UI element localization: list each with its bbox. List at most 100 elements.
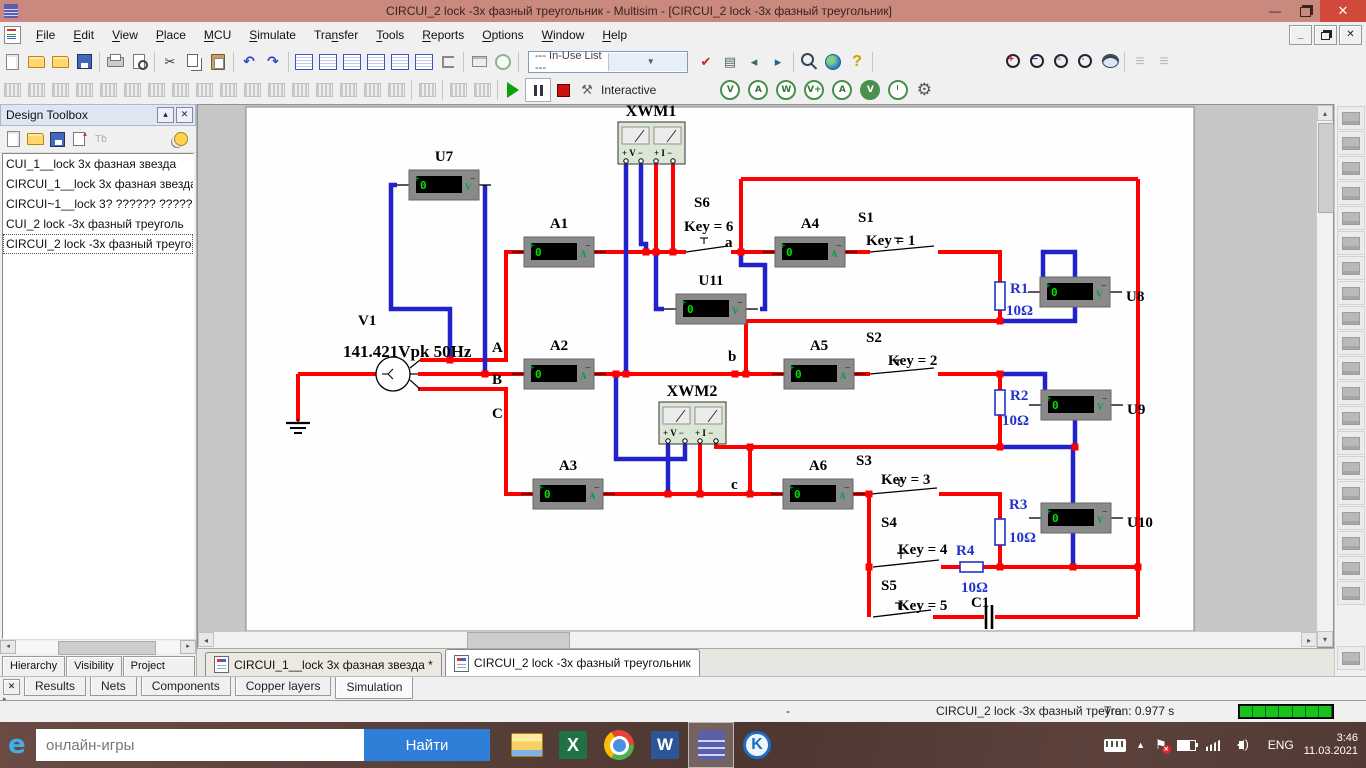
save-icon[interactable]: [46, 128, 68, 150]
action-center-flag-icon[interactable]: ⚑: [1155, 737, 1167, 753]
spreadsheet-close-icon[interactable]: ✕: [3, 679, 20, 695]
spreadsheet-tab-nets[interactable]: Nets: [90, 676, 137, 696]
spreadsheet-tab-copper-layers[interactable]: Copper layers: [235, 676, 332, 696]
zoom-out-icon[interactable]: [1025, 51, 1049, 73]
tektronix-oscilloscope-icon[interactable]: [1337, 531, 1365, 555]
spreadsheet-tab-components[interactable]: Components: [141, 676, 231, 696]
description-box-icon[interactable]: [1128, 51, 1152, 73]
scroll-down-icon[interactable]: ▾: [1317, 631, 1333, 647]
toggle-border-icon[interactable]: [364, 51, 388, 73]
scroll-thumb[interactable]: [1318, 123, 1334, 213]
find-icon[interactable]: [797, 51, 821, 73]
fullscreen-icon[interactable]: [1097, 51, 1121, 73]
toggle-grid-icon[interactable]: [316, 51, 340, 73]
cut-icon[interactable]: [158, 51, 182, 73]
zoom-in-icon[interactable]: [1001, 51, 1025, 73]
stop-icon[interactable]: [551, 79, 575, 101]
function-generator-icon[interactable]: [1337, 131, 1365, 155]
word-taskbar-icon[interactable]: [642, 722, 688, 768]
junction-icon[interactable]: [470, 79, 494, 101]
sheet-tab[interactable]: CIRCUI_2 lock -3x фазный треугольник: [445, 649, 700, 676]
diode-group-icon[interactable]: [48, 79, 72, 101]
menu-file[interactable]: File: [27, 26, 64, 44]
chrome-taskbar-icon[interactable]: [596, 722, 642, 768]
labview-instrument-icon[interactable]: [1337, 556, 1365, 580]
minimize-button[interactable]: —: [1260, 0, 1290, 22]
search-button[interactable]: Найти: [364, 729, 490, 761]
erc-check-icon[interactable]: [694, 51, 718, 73]
design-list-item[interactable]: CUI_1__lock 3x фазная звезда: [3, 154, 193, 174]
word-generator-icon[interactable]: [1337, 281, 1365, 305]
ncs-group-icon[interactable]: [360, 79, 384, 101]
in-use-list-dropdown[interactable]: --- In-Use List ---▼: [528, 51, 688, 73]
scroll-left-icon[interactable]: ◂: [198, 632, 214, 647]
wattmeter-XWM2[interactable]: + V −+ I −XWM2: [659, 383, 726, 444]
misc-group-icon[interactable]: [264, 79, 288, 101]
agilent-oscilloscope-icon[interactable]: [1337, 506, 1365, 530]
current-clamp-icon[interactable]: [1337, 581, 1365, 605]
open-icon[interactable]: [24, 128, 46, 150]
agilent-multimeter-icon[interactable]: [1337, 481, 1365, 505]
menu-simulate[interactable]: Simulate: [240, 26, 305, 44]
edit-description-icon[interactable]: [1152, 51, 1176, 73]
bus-icon[interactable]: [446, 79, 470, 101]
child-restore-button[interactable]: [1314, 25, 1337, 45]
probe-settings-gear-icon[interactable]: [912, 79, 936, 101]
canvas-hscrollbar[interactable]: ◂ ▸: [198, 631, 1317, 648]
scroll-right-icon[interactable]: ▸: [180, 640, 196, 654]
probe-v-icon[interactable]: V: [860, 80, 880, 100]
wizard-icon[interactable]: [491, 51, 515, 73]
network-signal-icon[interactable]: [1206, 739, 1222, 751]
new-icon[interactable]: [0, 51, 24, 73]
canvas-vscrollbar[interactable]: ▴ ▾: [1316, 105, 1333, 647]
paste-icon[interactable]: [206, 51, 230, 73]
edge-icon[interactable]: e: [8, 730, 26, 760]
place-component-icon[interactable]: [467, 51, 491, 73]
help-icon[interactable]: [845, 51, 869, 73]
web-icon[interactable]: [821, 51, 845, 73]
probe-v-icon[interactable]: V: [720, 80, 740, 100]
scroll-up-icon[interactable]: ▴: [1317, 105, 1333, 121]
print-icon[interactable]: [103, 51, 127, 73]
four-channel-oscilloscope-icon[interactable]: [1337, 206, 1365, 230]
toolbox-tab-visibility[interactable]: Visibility: [66, 656, 122, 676]
kompas-taskbar-icon[interactable]: [734, 722, 780, 768]
toolbox-tab-hierarchy[interactable]: Hierarchy: [2, 656, 65, 676]
oscilloscope-icon[interactable]: [1337, 181, 1365, 205]
menu-mcu[interactable]: MCU: [195, 26, 240, 44]
clock[interactable]: 3:46 11.03.2021: [1304, 732, 1358, 758]
run-icon[interactable]: [501, 79, 525, 101]
ttl-group-icon[interactable]: [120, 79, 144, 101]
network-analyzer-icon[interactable]: [1337, 431, 1365, 455]
undo-icon[interactable]: [237, 51, 261, 73]
search-input[interactable]: [36, 729, 364, 761]
spreadsheet-tab-results[interactable]: Results: [24, 676, 86, 696]
mcu-group-icon[interactable]: [384, 79, 408, 101]
doc-export-icon[interactable]: [68, 128, 90, 150]
wattmeter-XWM1[interactable]: + V −+ I −XWM1: [618, 105, 685, 164]
menu-view[interactable]: View: [103, 26, 147, 44]
forward-annotate-icon[interactable]: [766, 51, 790, 73]
scroll-left-icon[interactable]: ◂: [0, 640, 16, 654]
open-icon[interactable]: [24, 51, 48, 73]
cmos-group-icon[interactable]: [144, 79, 168, 101]
basic-group-icon[interactable]: [24, 79, 48, 101]
mixed-group-icon[interactable]: [192, 79, 216, 101]
indicator-group-icon[interactable]: [216, 79, 240, 101]
electromech-group-icon[interactable]: [336, 79, 360, 101]
excel-taskbar-icon[interactable]: [550, 722, 596, 768]
design-list-item[interactable]: CIRCUI~1__lock 3? ?????? ??????-D: [3, 194, 193, 214]
copy-icon[interactable]: [182, 51, 206, 73]
keyboard-icon[interactable]: [1104, 739, 1126, 752]
probe-w-icon[interactable]: W: [776, 80, 796, 100]
logic-converter-icon[interactable]: [1337, 306, 1365, 330]
menu-options[interactable]: Options: [473, 26, 532, 44]
child-close-button[interactable]: ✕: [1339, 25, 1362, 45]
transistor-group-icon[interactable]: [72, 79, 96, 101]
zoom-fit-icon[interactable]: [1073, 51, 1097, 73]
spectrum-analyzer-icon[interactable]: [1337, 406, 1365, 430]
tray-expand-icon[interactable]: ▲: [1136, 740, 1145, 750]
volume-icon[interactable]: [1232, 740, 1244, 750]
design-list-item[interactable]: CIRCUI_1__lock 3x фазная звезда: [3, 174, 193, 194]
misc-digital-group-icon[interactable]: [168, 79, 192, 101]
